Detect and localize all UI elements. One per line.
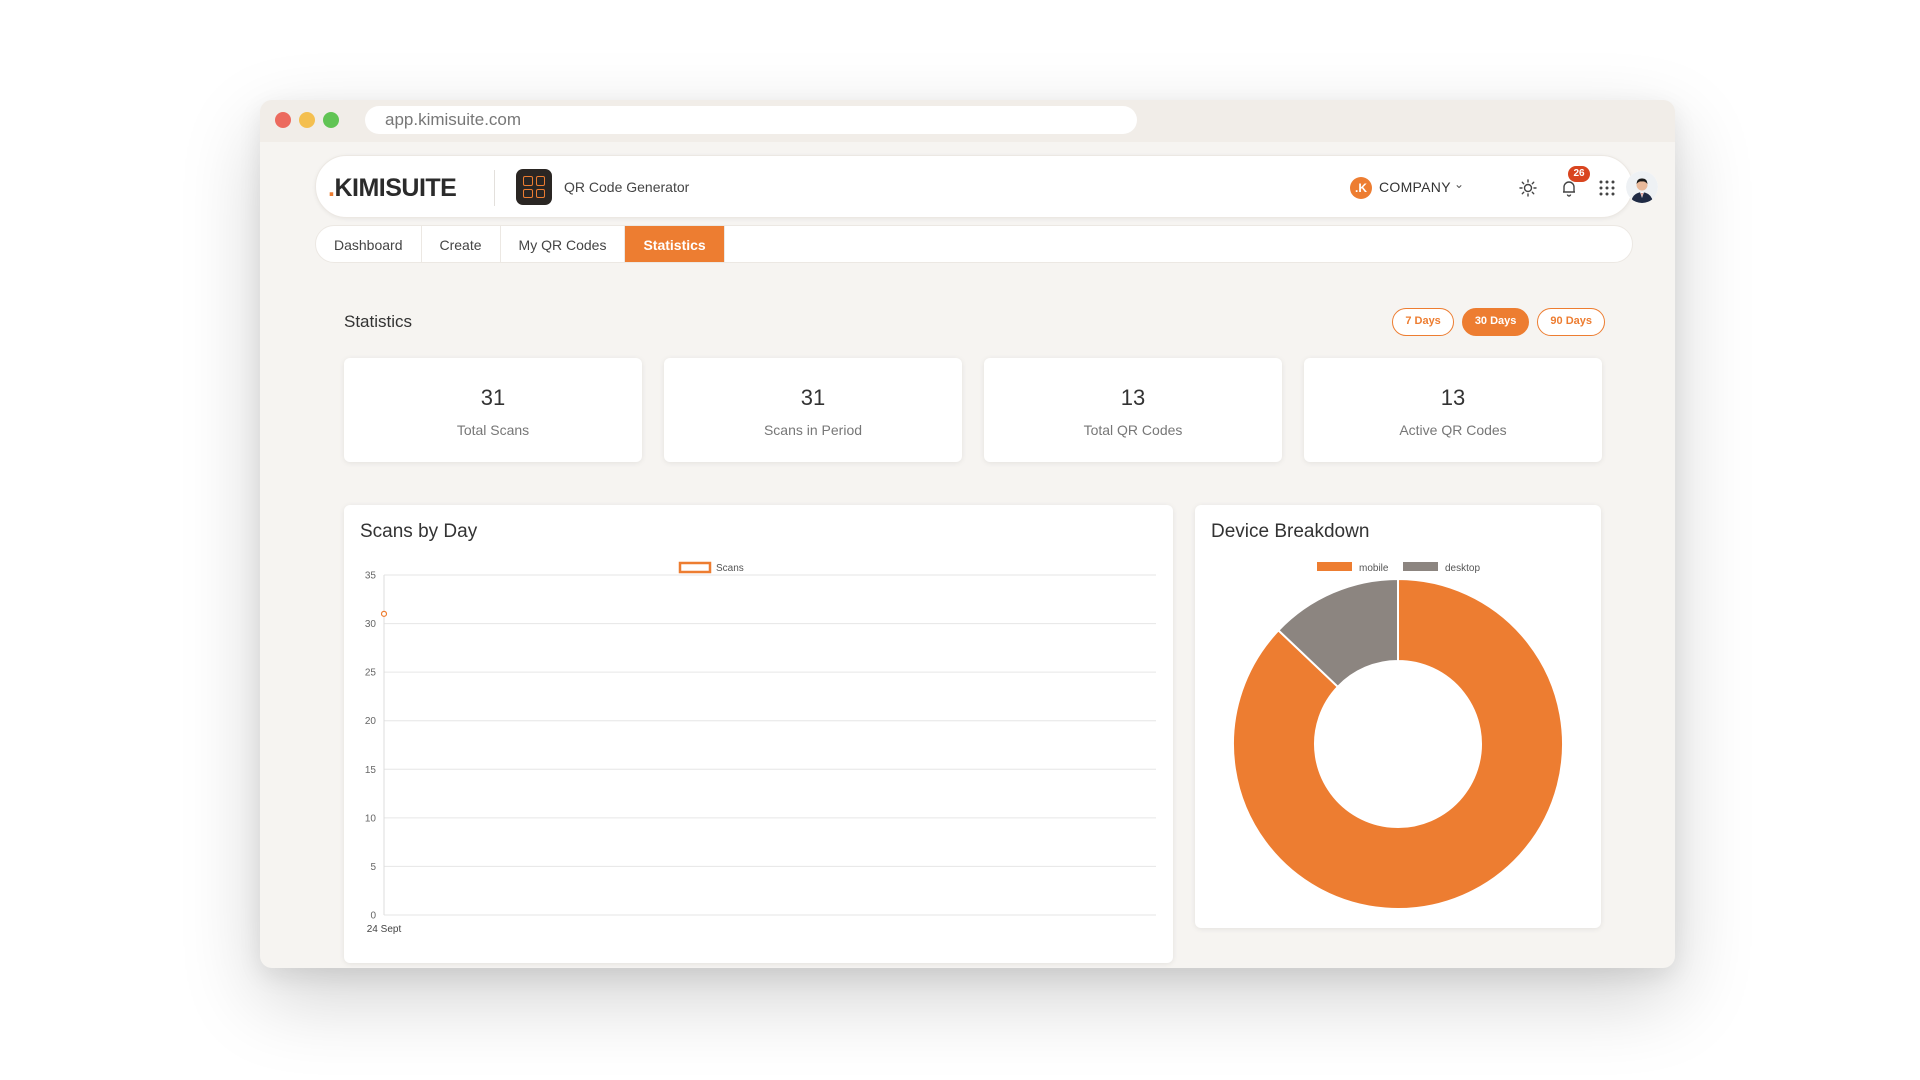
maximize-window-button[interactable] — [323, 112, 339, 128]
stat-label: Scans in Period — [763, 422, 863, 438]
tab-create[interactable]: Create — [422, 226, 501, 262]
stat-value: 31 — [480, 385, 506, 410]
y-tick-label: 10 — [365, 813, 377, 824]
address-bar[interactable]: app.kimisuite.com — [365, 106, 1137, 134]
y-tick-label: 5 — [370, 862, 376, 873]
range-90-days-button[interactable]: 90 Days — [1537, 308, 1605, 336]
y-tick-label: 35 — [365, 571, 377, 582]
legend-swatch-desktop — [1403, 562, 1438, 571]
legend-swatch-mobile — [1317, 562, 1352, 571]
app-header: .KIMISUITE QR Code Generator .K COMPANY … — [315, 155, 1658, 218]
legend-label-scans: Scans — [716, 563, 744, 574]
stat-card-total-qr-codes: 13 Total QR Codes — [984, 358, 1282, 462]
browser-window: app.kimisuite.com .KIMISUITE QR Code Gen… — [260, 100, 1675, 968]
minimize-window-button[interactable] — [299, 112, 315, 128]
legend-swatch-scans — [678, 561, 712, 574]
legend-label-mobile: mobile — [1359, 563, 1389, 574]
y-tick-label: 20 — [365, 716, 377, 727]
tab-dashboard[interactable]: Dashboard — [316, 226, 422, 262]
stat-label: Active QR Codes — [1399, 422, 1507, 438]
stat-value: 13 — [1440, 385, 1466, 410]
stat-label: Total QR Codes — [1083, 422, 1183, 438]
range-7-days-button[interactable]: 7 Days — [1392, 308, 1454, 336]
range-selector: 7 Days 30 Days 90 Days — [1392, 308, 1605, 336]
user-avatar[interactable] — [1626, 171, 1658, 203]
company-switcher[interactable]: COMPANY — [1379, 179, 1451, 195]
y-tick-label: 15 — [365, 765, 377, 776]
app-name: QR Code Generator — [564, 179, 690, 195]
apps-grid-icon[interactable] — [1594, 175, 1620, 201]
sun-icon[interactable] — [1515, 175, 1541, 201]
stat-label: Total Scans — [456, 422, 530, 438]
range-30-days-button[interactable]: 30 Days — [1461, 308, 1530, 336]
tab-statistics[interactable]: Statistics — [625, 226, 725, 262]
scans-by-day-panel: Scans by Day 0 5 10 15 20 25 30 35 24 Sept Scans — [344, 505, 1173, 963]
qr-app-icon — [516, 169, 552, 205]
kimisuite-logo[interactable]: .KIMISUITE — [328, 174, 457, 203]
notification-badge: 26 — [1568, 166, 1590, 182]
chevron-down-icon[interactable]: ⌄ — [1454, 177, 1464, 191]
stat-cards: 31 Total Scans 31 Scans in Period 13 Tot… — [344, 358, 1602, 462]
tab-bar: Dashboard Create My QR Codes Statistics — [315, 225, 1633, 263]
data-point — [380, 610, 388, 617]
header-divider — [494, 170, 495, 206]
stat-card-active-qr-codes: 13 Active QR Codes — [1304, 358, 1602, 462]
legend-label-desktop: desktop — [1445, 563, 1480, 574]
y-tick-label: 0 — [370, 911, 376, 922]
scans-line-chart: 0 5 10 15 20 25 30 35 24 Sept Scans — [365, 561, 1156, 935]
device-donut-chart: mobile desktop — [1232, 562, 1564, 910]
x-tick-label: 24 Sept — [367, 924, 402, 935]
stat-card-scans-in-period: 31 Scans in Period — [664, 358, 962, 462]
y-tick-label: 25 — [365, 668, 377, 679]
device-breakdown-panel: Device Breakdown mobile desktop — [1195, 505, 1601, 928]
stat-value: 31 — [800, 385, 826, 410]
company-avatar: .K — [1350, 177, 1372, 199]
stat-value: 13 — [1120, 385, 1146, 410]
browser-titlebar: app.kimisuite.com — [260, 100, 1675, 142]
stat-card-total-scans: 31 Total Scans — [344, 358, 642, 462]
close-window-button[interactable] — [275, 112, 291, 128]
tab-my-qr-codes[interactable]: My QR Codes — [501, 226, 626, 262]
y-tick-label: 30 — [365, 619, 377, 630]
page-title: Statistics — [344, 312, 413, 331]
